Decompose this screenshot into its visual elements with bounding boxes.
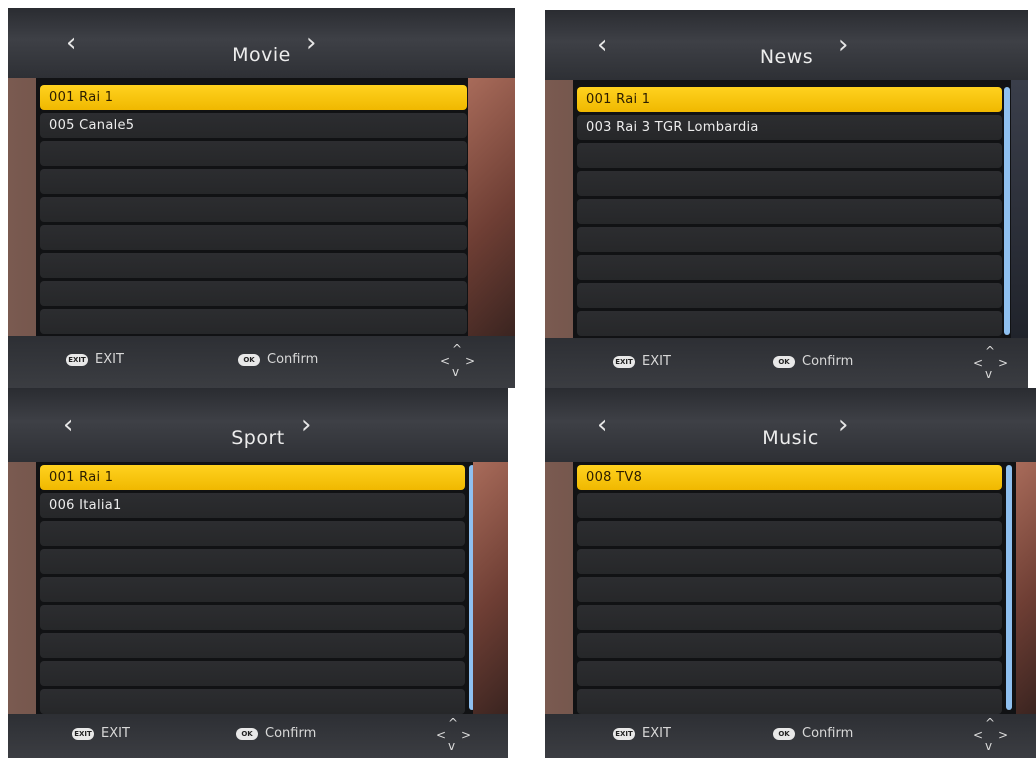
channel-list: 001 Rai 1 006 Italia1	[36, 462, 475, 714]
channel-row[interactable]	[40, 605, 465, 630]
channel-row[interactable]: 001 Rai 1	[40, 85, 467, 110]
panel-header: ‹ Movie ›	[8, 8, 515, 78]
panel-header: ‹ Sport ›	[8, 388, 508, 462]
channel-row[interactable]	[40, 169, 467, 194]
channel-row[interactable]	[40, 309, 467, 334]
dpad-icon: ^ < > v	[973, 716, 1009, 753]
confirm-hint[interactable]: OK Confirm	[236, 726, 316, 741]
background-video	[1016, 462, 1036, 714]
favorite-panel-music: ‹ Music › 008 TV8 EXIT EXIT OK Confirm ^…	[545, 388, 1036, 758]
channel-row[interactable]	[577, 633, 1002, 658]
channel-row[interactable]	[577, 143, 1002, 168]
channel-row[interactable]	[577, 605, 1002, 630]
scrollbar[interactable]	[1004, 87, 1010, 335]
channel-row[interactable]: 001 Rai 1	[577, 87, 1002, 112]
ok-key-icon: OK	[773, 727, 795, 740]
channel-row[interactable]	[577, 283, 1002, 308]
channel-row[interactable]	[577, 199, 1002, 224]
channel-row[interactable]	[40, 689, 465, 714]
channel-row[interactable]	[577, 255, 1002, 280]
confirm-hint[interactable]: OK Confirm	[773, 354, 853, 369]
panel-header: ‹ News ›	[545, 10, 1028, 80]
channel-row[interactable]	[577, 577, 1002, 602]
channel-row[interactable]	[577, 311, 1002, 336]
favorite-panel-movie: ‹ Movie › 001 Rai 1 005 Canale5 EXIT EXI…	[8, 8, 515, 388]
channel-row[interactable]	[577, 227, 1002, 252]
confirm-label: Confirm	[802, 354, 854, 369]
channel-row[interactable]	[40, 225, 467, 250]
exit-key-icon: EXIT	[72, 727, 94, 740]
next-group-icon[interactable]: ›	[838, 410, 848, 440]
favorite-panel-sport: ‹ Sport › 001 Rai 1 006 Italia1 EXIT EXI…	[8, 388, 508, 758]
channel-row[interactable]	[577, 689, 1002, 714]
panel-header: ‹ Music ›	[545, 388, 1036, 462]
channel-row[interactable]	[577, 661, 1002, 686]
channel-row[interactable]	[577, 493, 1002, 518]
panel-footer: EXIT EXIT OK Confirm ^ < > v	[545, 714, 1036, 758]
channel-list: 001 Rai 1 005 Canale5	[36, 78, 479, 336]
channel-row[interactable]	[40, 661, 465, 686]
scrollbar[interactable]	[1006, 465, 1012, 710]
exit-label: EXIT	[95, 352, 124, 367]
dpad-icon: ^ < > v	[440, 342, 476, 379]
channel-row[interactable]	[40, 197, 467, 222]
exit-label: EXIT	[642, 726, 671, 741]
group-title: News	[759, 46, 814, 68]
confirm-hint[interactable]: OK Confirm	[773, 726, 853, 741]
background-video	[1011, 80, 1028, 338]
dpad-icon: ^ < > v	[436, 716, 472, 753]
channel-list: 008 TV8	[573, 462, 1016, 714]
favorite-panel-news: ‹ News › 001 Rai 1 003 Rai 3 TGR Lombard…	[545, 10, 1028, 390]
channel-row[interactable]: 008 TV8	[577, 465, 1002, 490]
confirm-label: Confirm	[267, 352, 319, 367]
exit-hint[interactable]: EXIT EXIT	[613, 354, 671, 369]
channel-row[interactable]	[577, 549, 1002, 574]
panel-footer: EXIT EXIT OK Confirm ^ < > v	[8, 714, 508, 758]
ok-key-icon: OK	[773, 355, 795, 368]
channel-row[interactable]: 001 Rai 1	[40, 465, 465, 490]
next-group-icon[interactable]: ›	[301, 410, 311, 440]
background-video	[473, 462, 508, 714]
group-title: Music	[762, 427, 819, 449]
channel-row[interactable]	[577, 521, 1002, 546]
exit-key-icon: EXIT	[66, 353, 88, 366]
next-group-icon[interactable]: ›	[306, 28, 316, 58]
dpad-icon: ^ < > v	[973, 344, 1009, 381]
ok-key-icon: OK	[238, 353, 260, 366]
exit-label: EXIT	[642, 354, 671, 369]
channel-row[interactable]: 003 Rai 3 TGR Lombardia	[577, 115, 1002, 140]
confirm-hint[interactable]: OK Confirm	[238, 352, 318, 367]
channel-row[interactable]	[40, 281, 467, 306]
channel-row[interactable]: 006 Italia1	[40, 493, 465, 518]
background-video	[468, 78, 515, 336]
confirm-label: Confirm	[802, 726, 854, 741]
next-group-icon[interactable]: ›	[838, 30, 848, 60]
channel-row[interactable]	[40, 253, 467, 278]
exit-key-icon: EXIT	[613, 727, 635, 740]
channel-row[interactable]	[40, 549, 465, 574]
confirm-label: Confirm	[265, 726, 317, 741]
channel-list: 001 Rai 1 003 Rai 3 TGR Lombardia	[573, 80, 1011, 338]
exit-hint[interactable]: EXIT EXIT	[72, 726, 130, 741]
panel-footer: EXIT EXIT OK Confirm ^ < > v	[545, 338, 1028, 390]
exit-hint[interactable]: EXIT EXIT	[613, 726, 671, 741]
channel-row[interactable]	[40, 633, 465, 658]
channel-row[interactable]	[40, 141, 467, 166]
exit-label: EXIT	[101, 726, 130, 741]
exit-key-icon: EXIT	[613, 355, 635, 368]
channel-row[interactable]	[40, 521, 465, 546]
panel-footer: EXIT EXIT OK Confirm ^ < > v	[8, 336, 515, 388]
channel-row[interactable]	[577, 171, 1002, 196]
exit-hint[interactable]: EXIT EXIT	[66, 352, 124, 367]
channel-row[interactable]: 005 Canale5	[40, 113, 467, 138]
group-title: Movie	[232, 44, 291, 66]
group-title: Sport	[231, 427, 285, 449]
channel-row[interactable]	[40, 577, 465, 602]
ok-key-icon: OK	[236, 727, 258, 740]
